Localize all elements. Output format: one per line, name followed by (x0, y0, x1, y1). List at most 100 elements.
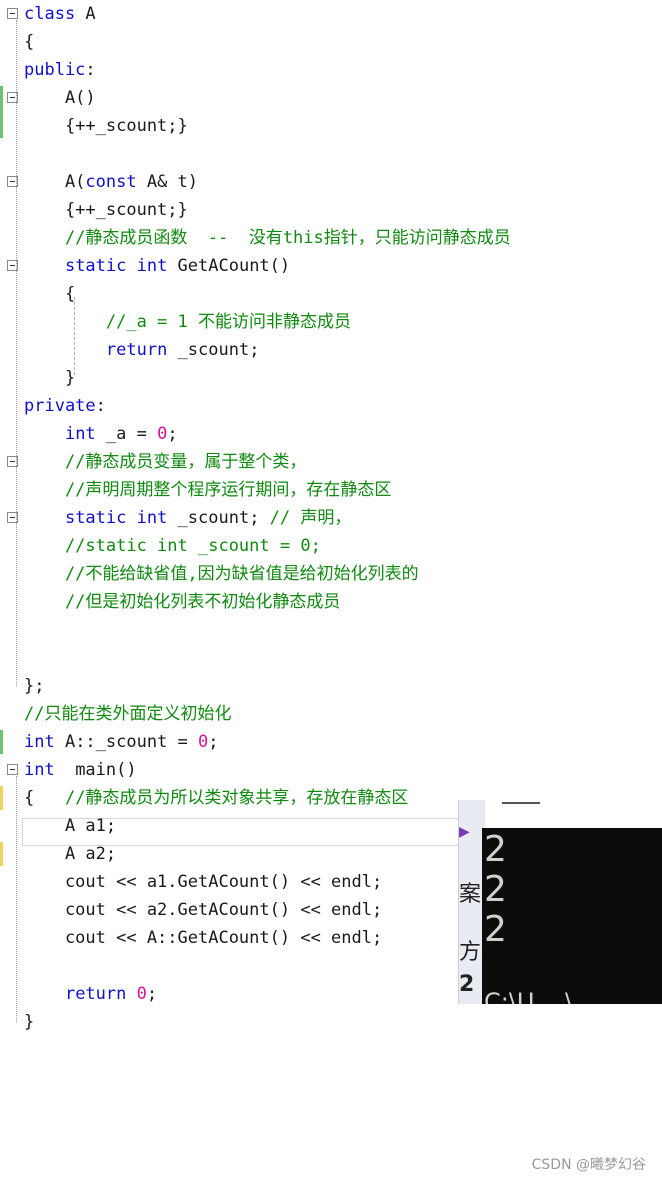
code-line[interactable]: int _a = 0; (24, 420, 178, 448)
code-keyword: int (24, 760, 55, 780)
code-keyword: int (64, 424, 96, 444)
code-keyword: return (105, 340, 168, 360)
code-line[interactable]: //不能给缺省值,因为缺省值是给初始化列表的 (24, 560, 419, 588)
code-line[interactable]: static int _scount; // 声明， (24, 504, 351, 532)
code-line[interactable]: private: (24, 392, 106, 420)
code-number: 0 (198, 732, 209, 752)
code-line[interactable]: }; (24, 672, 44, 700)
solution-panel-strip: ▶ 案 方案 2 (458, 800, 485, 1004)
console-prompt-line: C:\U \ (484, 988, 574, 1004)
code-text: : (95, 396, 106, 416)
change-marker (0, 786, 3, 810)
code-line[interactable]: {++_scount;} (24, 112, 188, 140)
console-output-line: 2 (484, 869, 507, 910)
code-text: cout << a2.GetACount() << endl; (24, 900, 383, 920)
code-text: { (24, 788, 65, 808)
code-text: {++_scount;} (24, 200, 188, 220)
code-line[interactable]: A() (24, 84, 96, 112)
panel-divider (502, 802, 540, 804)
code-line[interactable]: //只能在类外面定义初始化 (24, 700, 231, 728)
watermark: CSDN @曦梦幻谷 (531, 1157, 646, 1173)
console-window[interactable]: 2 2 2 C:\U \ (482, 828, 662, 1004)
code-text: ; (167, 424, 178, 444)
play-icon: ▶ (459, 824, 470, 840)
code-text: _scount; (167, 340, 260, 360)
code-text: cout << A::GetACount() << endl; (24, 928, 383, 948)
code-line[interactable]: class A (24, 0, 96, 28)
code-line[interactable]: { (24, 28, 34, 56)
code-keyword: private (24, 396, 96, 416)
code-keyword: public (24, 60, 86, 80)
code-text: _a = (95, 424, 158, 444)
code-text: } (24, 1012, 35, 1032)
code-text: }; (24, 676, 45, 696)
code-comment: //声明周期整个程序运行期间，存在静态区 (24, 480, 392, 500)
code-line[interactable]: return 0; (24, 980, 157, 1008)
code-line[interactable]: { //静态成员为所以类对象共享，存放在静态区 (24, 784, 408, 812)
code-comment: // 声明， (269, 508, 352, 528)
code-line[interactable]: {++_scount;} (24, 196, 188, 224)
code-comment: //不能给缺省值,因为缺省值是给初始化列表的 (24, 564, 419, 584)
code-text: { (24, 32, 35, 52)
code-text: A (75, 4, 96, 24)
code-line[interactable]: //static int _scount = 0; (24, 532, 321, 560)
change-marker (0, 842, 3, 866)
code-keyword: static int (64, 256, 168, 276)
indent-guide (74, 296, 75, 376)
code-line[interactable]: A a2; (24, 840, 116, 868)
code-text: A& t) (136, 172, 199, 192)
code-line[interactable]: return _scount; (24, 336, 260, 364)
code-line[interactable]: A(const A& t) (24, 168, 198, 196)
code-line[interactable]: //静态成员变量，属于整个类， (24, 448, 306, 476)
code-line[interactable]: public: (24, 56, 96, 84)
console-output-line: 2 (484, 829, 507, 870)
fold-toggle-icon[interactable] (7, 8, 18, 19)
code-line[interactable]: //但是初始化列表不初始化静态成员 (24, 588, 340, 616)
code-keyword: int (24, 732, 55, 752)
code-line[interactable]: } (24, 364, 75, 392)
code-text: cout << a1.GetACount() << endl; (24, 872, 383, 892)
code-line[interactable]: //静态成员函数 -- 没有this指针，只能访问静态成员 (24, 224, 511, 252)
panel-text-fragment: 2 (459, 972, 475, 997)
code-keyword: static int (64, 508, 168, 528)
code-line[interactable]: cout << a1.GetACount() << endl; (24, 868, 382, 896)
code-comment: //静态成员变量，属于整个类， (24, 452, 307, 472)
console-output-line: 2 (484, 909, 507, 950)
code-text: } (24, 368, 76, 388)
code-text: _scount; (167, 508, 270, 528)
code-line[interactable]: int A::_scount = 0; (24, 728, 219, 756)
code-text: A a1; (24, 816, 117, 836)
code-comment: //只能在类外面定义初始化 (24, 704, 232, 724)
change-marker (0, 730, 3, 754)
output-panel-header (482, 800, 662, 828)
code-line[interactable]: cout << A::GetACount() << endl; (24, 924, 382, 952)
code-keyword: class (24, 4, 76, 24)
code-line[interactable]: { (24, 280, 75, 308)
code-line[interactable]: //声明周期整个程序运行期间，存在静态区 (24, 476, 391, 504)
code-line[interactable]: static int GetACount() (24, 252, 290, 280)
code-text: A( (24, 172, 86, 192)
panel-text-fragment: 案 (459, 882, 482, 907)
code-line[interactable]: A a1; (24, 812, 116, 840)
code-line[interactable]: int main() (24, 756, 137, 784)
code-number: 0 (136, 984, 147, 1004)
code-text: {++_scount;} (24, 116, 188, 136)
fold-toggle-icon[interactable] (7, 764, 18, 775)
code-text: ; (208, 732, 219, 752)
code-comment: //static int _scount = 0; (24, 536, 321, 556)
code-comment: //但是初始化列表不初始化静态成员 (24, 592, 341, 612)
code-line[interactable]: } (24, 1008, 34, 1036)
code-number: 0 (157, 424, 168, 444)
outline-guide (16, 775, 17, 1022)
code-text: A() (24, 88, 96, 108)
code-keyword: return (64, 984, 127, 1004)
outline-guide (16, 19, 17, 686)
code-line[interactable]: cout << a2.GetACount() << endl; (24, 896, 382, 924)
code-text: GetACount() (167, 256, 291, 276)
